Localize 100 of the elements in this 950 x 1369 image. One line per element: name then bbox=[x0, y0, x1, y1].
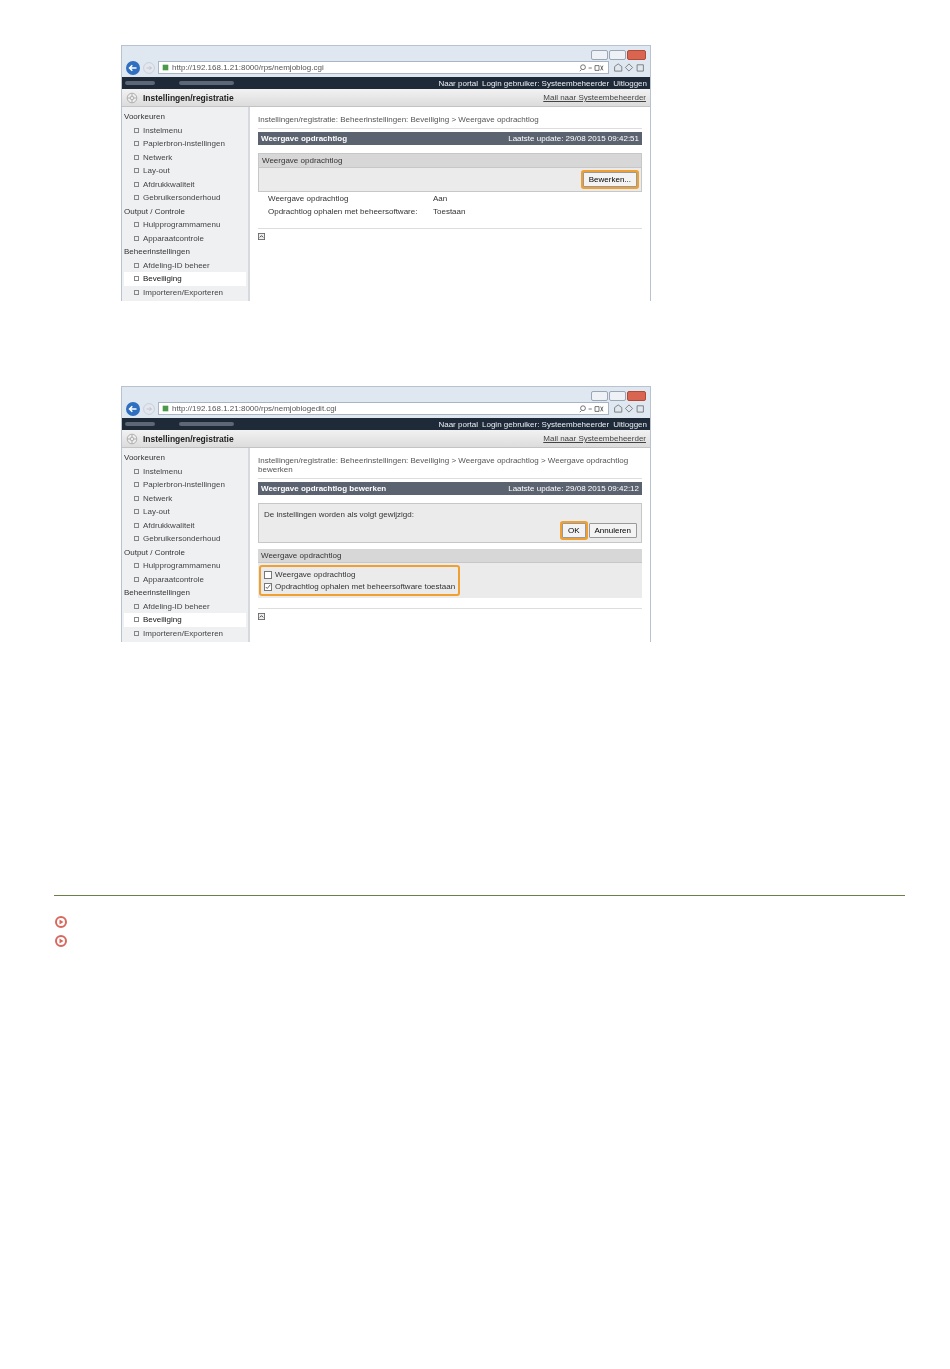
sidebar-heading: Voorkeuren bbox=[124, 111, 166, 123]
last-update-text: Laatste update: 29/08 2015 09:42:51 bbox=[508, 134, 639, 143]
top-link[interactable]: Uitloggen bbox=[613, 78, 647, 88]
message-text: De instellingen worden als volgt gewijzigd: bbox=[263, 509, 415, 519]
close-icon[interactable] bbox=[627, 50, 646, 60]
blurred-device-info bbox=[179, 422, 234, 426]
toolbar-icons-drawing[interactable] bbox=[612, 404, 646, 413]
admin-mail-link[interactable]: Mail naar Systeembeheerder bbox=[543, 434, 646, 443]
minimize-icon[interactable] bbox=[591, 391, 608, 401]
top-link[interactable]: Login gebruiker: Systeembeheerder bbox=[482, 78, 610, 88]
url-text: http://192.168.1.21:8000/rps/nemjoblog.cgi bbox=[172, 63, 325, 72]
sidebar-item[interactable]: Lay-out bbox=[124, 164, 246, 178]
sidebar-item[interactable]: Afdeling-ID beheer bbox=[124, 599, 246, 613]
top-link[interactable]: Login gebruiker: Systeembeheerder bbox=[482, 419, 610, 429]
sidebar-item[interactable]: Beveiliging bbox=[124, 272, 246, 286]
bullet-icon bbox=[134, 576, 139, 582]
checkbox[interactable] bbox=[264, 570, 272, 579]
search-icon[interactable] bbox=[577, 63, 605, 72]
back-arrow-icon[interactable] bbox=[126, 60, 140, 75]
settings-icon bbox=[126, 432, 138, 445]
page-top-icon[interactable] bbox=[258, 613, 265, 620]
bullet-icon bbox=[134, 617, 139, 623]
sidebar-heading: Beheerinstellingen bbox=[124, 587, 191, 599]
sidebar-heading: Beheerinstellingen bbox=[124, 246, 191, 258]
sidebar-item[interactable]: Apparaatcontrole bbox=[124, 231, 246, 245]
bullet-icon bbox=[134, 482, 139, 488]
page-title: Instellingen/registratie bbox=[143, 92, 234, 103]
bullet-icon bbox=[134, 235, 139, 241]
sidebar-item[interactable]: Beveiliging bbox=[124, 613, 246, 627]
sidebar-item[interactable]: Apparaatcontrole bbox=[124, 572, 246, 586]
panel-title: Weergave opdrachtlog bbox=[259, 154, 641, 168]
bullet-icon bbox=[134, 127, 139, 133]
sidebar-item[interactable]: Netwerk bbox=[124, 150, 246, 164]
dialog-button[interactable]: OK bbox=[561, 523, 586, 538]
sidebar-heading: Voorkeuren bbox=[124, 452, 166, 464]
bullet-icon bbox=[134, 536, 139, 542]
page-top-icon[interactable] bbox=[258, 233, 265, 240]
back-arrow-icon[interactable] bbox=[126, 401, 140, 416]
checkbox-option[interactable]: Weergave opdrachtlog bbox=[264, 570, 456, 579]
bullet-icon bbox=[134, 195, 139, 201]
sidebar-item[interactable]: Instelmenu bbox=[124, 123, 246, 137]
sidebar-item[interactable]: Afdrukkwaliteit bbox=[124, 518, 246, 532]
sidebar-item[interactable]: Hulpprogrammamenu bbox=[124, 559, 246, 573]
sidebar-item[interactable]: Gebruikersonderhoud bbox=[124, 191, 246, 205]
sidebar-item[interactable]: Netwerk bbox=[124, 491, 246, 505]
blurred-device-name bbox=[125, 422, 155, 426]
sidebar-heading: Output / Controle bbox=[124, 205, 186, 218]
bullet-icon bbox=[134, 154, 139, 160]
bullet-icon bbox=[134, 468, 139, 474]
sidebar-item[interactable]: Importeren/Exporteren bbox=[124, 626, 246, 640]
option-label: Weergave opdrachtlog bbox=[275, 570, 356, 579]
top-link[interactable]: Uitloggen bbox=[613, 419, 647, 429]
section-title: Weergave opdrachtlog bewerken bbox=[261, 484, 387, 493]
sidebar-item[interactable]: Hulpprogrammamenu bbox=[124, 218, 246, 232]
dialog-button[interactable]: Annuleren bbox=[588, 523, 637, 538]
setting-label: Weergave opdrachtlog bbox=[268, 194, 350, 203]
bullet-icon bbox=[134, 289, 139, 295]
sidebar-item[interactable]: Gebruikersonderhoud bbox=[124, 532, 246, 546]
sidebar-item[interactable]: Importeren/Exporteren bbox=[124, 285, 246, 299]
setting-value: Aan bbox=[433, 194, 448, 203]
bullet-icon bbox=[134, 168, 139, 174]
bullet-icon bbox=[134, 603, 139, 609]
breadcrumb: Instellingen/registratie: Beheerinstellingen: Beveiliging > Weergave opdrachtlog > Weergave opdrachtlog bewerken bbox=[258, 453, 642, 479]
toolbar-icons-drawing[interactable] bbox=[612, 63, 646, 72]
sidebar-item[interactable]: Instelmenu bbox=[124, 464, 246, 478]
top-link[interactable]: Naar portal bbox=[438, 78, 478, 88]
sidebar-item[interactable]: Papierbron-instellingen bbox=[124, 137, 246, 151]
sidebar-item[interactable]: Afdrukkwaliteit bbox=[124, 177, 246, 191]
address-bar[interactable]: http://192.168.1.21:8000/rps/nemjoblog.cgi bbox=[158, 61, 609, 74]
sidebar-item[interactable]: Papierbron-instellingen bbox=[124, 478, 246, 492]
admin-mail-link[interactable]: Mail naar Systeembeheerder bbox=[543, 93, 646, 102]
bullet-icon bbox=[134, 276, 139, 282]
checkbox[interactable] bbox=[264, 582, 272, 591]
last-update-text: Laatste update: 29/08 2015 09:42:12 bbox=[508, 484, 639, 493]
top-link[interactable]: Naar portal bbox=[438, 419, 478, 429]
bullet-icon bbox=[134, 522, 139, 528]
edit-button[interactable]: Bewerken... bbox=[582, 172, 637, 187]
breadcrumb: Instellingen/registratie: Beheerinstellingen: Beveiliging > Weergave opdrachtlog bbox=[258, 112, 642, 129]
page-title: Instellingen/registratie bbox=[143, 433, 234, 444]
minimize-icon[interactable] bbox=[591, 50, 608, 60]
maximize-icon[interactable] bbox=[609, 50, 626, 60]
bullet-icon bbox=[134, 141, 139, 147]
close-icon[interactable] bbox=[627, 391, 646, 401]
bullet-icon bbox=[134, 181, 139, 187]
maximize-icon[interactable] bbox=[609, 391, 626, 401]
panel-title: Weergave opdrachtlog bbox=[258, 549, 642, 563]
sidebar-item[interactable]: Afdeling-ID beheer bbox=[124, 258, 246, 272]
sidebar-heading: Output / Controle bbox=[124, 546, 186, 559]
section-title: Weergave opdrachtlog bbox=[261, 134, 348, 143]
settings-icon bbox=[126, 91, 138, 104]
sidebar-item[interactable]: Lay-out bbox=[124, 505, 246, 519]
bullet-icon bbox=[134, 509, 139, 515]
page-icon bbox=[162, 64, 169, 71]
setting-label: Opdrachtlog ophalen met beheersoftware: bbox=[268, 207, 419, 216]
address-bar[interactable]: http://192.168.1.21:8000/rps/nemjoblogedit.cgi bbox=[158, 402, 609, 415]
blurred-device-info bbox=[179, 81, 234, 85]
search-icon[interactable] bbox=[577, 404, 605, 413]
bullet-icon bbox=[134, 630, 139, 636]
blurred-device-name bbox=[125, 81, 155, 85]
bullet-icon bbox=[134, 222, 139, 228]
